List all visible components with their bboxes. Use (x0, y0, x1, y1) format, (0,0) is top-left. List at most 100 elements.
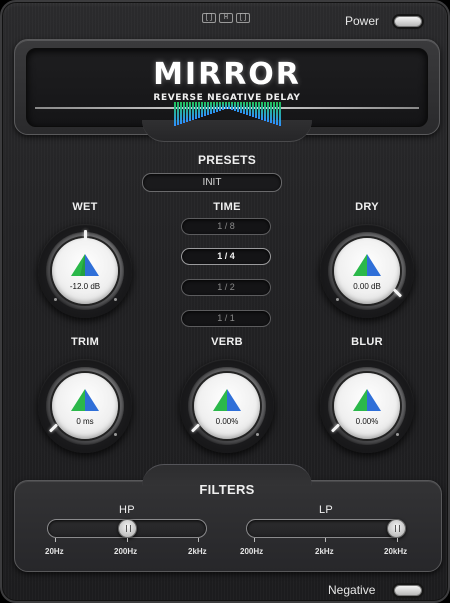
knob-face: 0 ms (52, 373, 118, 439)
meter-bar (194, 102, 197, 119)
knob-max-dot (396, 433, 399, 436)
meter-bar (236, 102, 239, 112)
knob-indicator (84, 230, 87, 240)
meter-bar (182, 102, 185, 123)
knob-max-dot (114, 433, 117, 436)
meter-bar (257, 102, 260, 119)
trim-label: TRIM (70, 336, 100, 348)
meter-bar (266, 102, 269, 122)
mirror-triangle-icon (353, 254, 381, 276)
presets-label: PRESETS (197, 153, 257, 167)
meter-bar (176, 102, 179, 125)
lp-slider-thumb[interactable] (387, 519, 406, 538)
trim-knob[interactable]: 0 ms (38, 359, 132, 453)
meter-bar (221, 102, 224, 110)
verb-knob[interactable]: 0.00% (180, 359, 274, 453)
meter-bar (209, 102, 212, 114)
wet-knob[interactable]: -12.0 dB (38, 224, 132, 318)
dry-value: 0.00 dB (353, 282, 381, 291)
hp-slider[interactable] (47, 519, 207, 538)
meter-bar (185, 102, 188, 122)
lp-min-label: 200Hz (240, 547, 264, 556)
knob-face: 0.00% (334, 373, 400, 439)
meter-bar (248, 102, 251, 116)
meter-bar (269, 102, 272, 123)
blur-value: 0.00% (355, 417, 379, 426)
brand-logo-icon: [] H [] (202, 13, 250, 23)
meter-bar (251, 102, 254, 117)
time-button-1-1[interactable]: 1 / 1 (181, 310, 271, 327)
meter-bar (215, 102, 218, 112)
meter-bar (233, 102, 236, 111)
trim-value: 0 ms (76, 417, 94, 426)
meter-bar (239, 102, 242, 113)
lp-max-label: 20kHz (384, 547, 408, 556)
power-label: Power (345, 14, 380, 28)
lp-label: LP (318, 504, 334, 516)
lp-tick-mid (325, 538, 326, 542)
lp-mid-label: 2kHz (315, 547, 334, 556)
blur-knob[interactable]: 0.00% (320, 359, 414, 453)
hp-tick-min (55, 538, 56, 542)
time-button-1-2[interactable]: 1 / 2 (181, 279, 271, 296)
hp-slider-thumb[interactable] (118, 519, 137, 538)
knob-min-dot (54, 298, 57, 301)
meter-bar (278, 102, 281, 126)
hp-tick-mid (127, 538, 128, 542)
preset-selector[interactable]: INIT (142, 173, 282, 192)
time-button-1-4[interactable]: 1 / 4 (181, 248, 271, 265)
meter-bar (200, 102, 203, 117)
meter-bar (206, 102, 209, 115)
hp-min-label: 20Hz (45, 547, 64, 556)
meter-bar (242, 102, 245, 114)
meter-bar (179, 102, 182, 124)
meter-bar (254, 102, 257, 118)
meter-bar (203, 102, 206, 116)
verb-value: 0.00% (215, 417, 239, 426)
mirror-triangle-icon (71, 254, 99, 276)
dry-knob[interactable]: 0.00 dB (320, 224, 414, 318)
meter-bar (260, 102, 263, 120)
meter-bar (173, 102, 176, 126)
time-button-1-8[interactable]: 1 / 8 (181, 218, 271, 235)
plugin-title: MIRROR (153, 57, 301, 92)
negative-toggle[interactable] (394, 585, 422, 596)
lp-tick-min (254, 538, 255, 542)
verb-label: VERB (211, 336, 243, 348)
knob-max-dot (114, 298, 117, 301)
hp-label: HP (119, 504, 135, 516)
mirror-triangle-icon (353, 389, 381, 411)
wet-value: -12.0 dB (69, 282, 101, 291)
brand-glyph-right: [] (236, 13, 250, 23)
wet-label: WET (72, 201, 98, 213)
hp-mid-label: 200Hz (114, 547, 138, 556)
power-toggle[interactable] (394, 16, 422, 27)
knob-face: 0.00% (194, 373, 260, 439)
meter-bar (275, 102, 278, 125)
knob-face: 0.00 dB (334, 238, 400, 304)
blur-label: BLUR (351, 336, 383, 348)
dry-label: DRY (355, 201, 379, 213)
knob-face: -12.0 dB (52, 238, 118, 304)
hp-max-label: 2kHz (188, 547, 207, 556)
meter-bar (197, 102, 200, 118)
lp-tick-max (397, 538, 398, 542)
meter-bar (188, 102, 191, 121)
lp-slider[interactable] (246, 519, 406, 538)
hp-tick-max (198, 538, 199, 542)
meter-bar (212, 102, 215, 113)
plugin-window: [] H [] Power MIRROR REVERSE NEGATIVE DE… (0, 0, 450, 603)
meter-bar (263, 102, 266, 121)
meter-bar (224, 102, 227, 109)
mirror-triangle-icon (213, 389, 241, 411)
meter-bar (245, 102, 248, 115)
meter-bar (218, 102, 221, 111)
filters-label: FILTERS (199, 482, 255, 497)
brand-glyph-left: [] (202, 13, 216, 23)
meter-bar (272, 102, 275, 124)
meter-bar (191, 102, 194, 120)
mirror-triangle-icon (71, 389, 99, 411)
brand-glyph-center: H (219, 13, 233, 23)
meter-bar (227, 102, 230, 109)
knob-max-dot (256, 433, 259, 436)
